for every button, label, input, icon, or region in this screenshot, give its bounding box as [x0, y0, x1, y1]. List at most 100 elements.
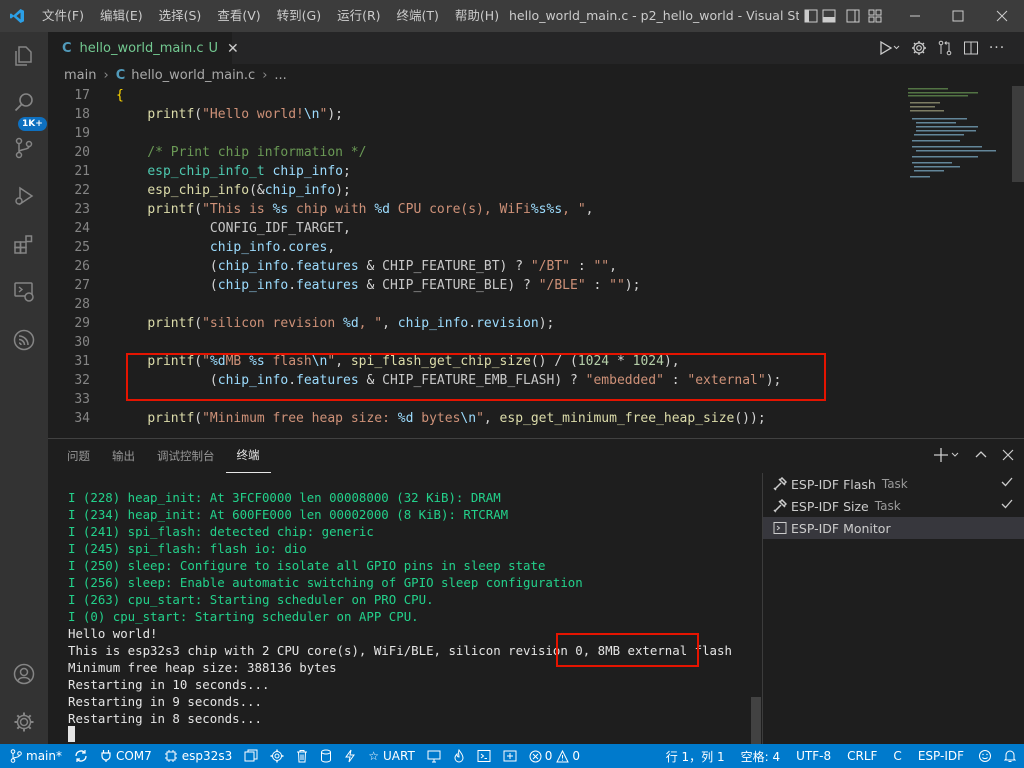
terminal-line: Restarting in 10 seconds...: [68, 677, 270, 692]
terminal-task-list: ESP-IDF Flash Task ESP-IDF Size Task ESP…: [762, 473, 1024, 744]
task-esp-idf-size[interactable]: ESP-IDF Size Task: [763, 495, 1024, 517]
status-eol[interactable]: CRLF: [839, 744, 885, 768]
tab-terminal[interactable]: 终端: [225, 439, 271, 473]
breadcrumb-more[interactable]: ...: [274, 68, 286, 83]
status-target-label: esp32s3: [181, 749, 233, 763]
terminal-line: I (228) heap_init: At 3FCF0000 len 00008…: [68, 490, 501, 505]
terminal-line: Hello world!: [68, 626, 158, 641]
custom-task-icon[interactable]: [497, 744, 523, 768]
terminal-line: I (245) spi_flash: flash io: dio: [68, 541, 307, 556]
menu-edit[interactable]: 编辑(E): [92, 0, 151, 32]
terminal-scrollbar[interactable]: [751, 697, 761, 744]
new-terminal-dropdown-icon[interactable]: [930, 438, 966, 472]
tab-problems[interactable]: 问题: [56, 440, 101, 473]
line-number: 22: [74, 183, 90, 198]
maximize-panel-icon[interactable]: [970, 438, 992, 472]
extensions-icon[interactable]: [0, 220, 48, 268]
terminal-output[interactable]: I (228) heap_init: At 3FCF0000 len 00008…: [48, 473, 762, 744]
esp-idf-settings-gear-icon[interactable]: [906, 40, 932, 56]
status-encoding[interactable]: UTF-8: [788, 744, 839, 768]
minimap[interactable]: [906, 86, 1010, 438]
error-icon: [529, 750, 542, 763]
maximize-icon[interactable]: [938, 0, 978, 32]
run-debug-icon[interactable]: [0, 172, 48, 220]
code-line: printf("This is %s chip with %d CPU core…: [147, 202, 594, 217]
status-cursor-position[interactable]: 行 1，列 1: [658, 744, 733, 768]
flash-lightning-icon[interactable]: [338, 744, 362, 768]
editor-tab-hello-world-main[interactable]: C hello_world_main.c U ✕: [48, 32, 239, 64]
terminal-icon[interactable]: [471, 744, 497, 768]
split-editor-icon[interactable]: [958, 40, 984, 56]
task-desc: Task: [874, 499, 901, 513]
terminal-line: I (234) heap_init: At 600FE000 len 00002…: [68, 507, 509, 522]
menu-view[interactable]: 查看(V): [209, 0, 268, 32]
terminal-line: I (263) cpu_start: Starting scheduler on…: [68, 592, 434, 607]
terminal-cursor: [68, 726, 75, 742]
line-number: 18: [74, 107, 90, 122]
warning-count: 0: [572, 749, 581, 763]
open-changes-icon[interactable]: [932, 40, 958, 56]
status-language[interactable]: C: [885, 744, 909, 768]
remote-explorer-icon[interactable]: [0, 268, 48, 316]
full-clean-trash-icon[interactable]: [290, 744, 314, 768]
build-flash-monitor-fire-icon[interactable]: [447, 744, 471, 768]
status-indentation[interactable]: 空格: 4: [733, 744, 789, 768]
status-port[interactable]: COM7: [94, 744, 158, 768]
minimize-icon[interactable]: [895, 0, 935, 32]
notifications-bell-icon[interactable]: [998, 744, 1024, 768]
menu-go[interactable]: 转到(G): [269, 0, 329, 32]
line-number: 23: [74, 202, 90, 217]
close-panel-icon[interactable]: [996, 438, 1020, 472]
menu-run[interactable]: 运行(R): [329, 0, 388, 32]
customize-layout-icon[interactable]: [860, 0, 890, 32]
close-window-icon[interactable]: [982, 0, 1022, 32]
monitor-icon[interactable]: [421, 744, 447, 768]
status-uart-label: UART: [382, 749, 415, 763]
editor-scrollbar[interactable]: [1012, 86, 1024, 182]
feedback-icon[interactable]: [972, 744, 998, 768]
tab-close-icon[interactable]: ✕: [227, 41, 239, 57]
check-icon: [1000, 475, 1014, 492]
menuconfig-gear-icon[interactable]: [264, 744, 290, 768]
breadcrumb-file[interactable]: hello_world_main.c: [131, 68, 255, 83]
explorer-icon[interactable]: [0, 32, 48, 80]
terminal-icon: [773, 521, 787, 535]
more-actions-icon[interactable]: ···: [984, 40, 1010, 56]
build-cylinder-icon[interactable]: [314, 744, 338, 768]
star-icon: ☆: [368, 749, 379, 763]
line-number: 20: [74, 145, 90, 160]
sync-icon[interactable]: [68, 744, 94, 768]
run-debug-dropdown-icon[interactable]: [872, 40, 906, 56]
line-number: 27: [74, 278, 90, 293]
espressif-icon[interactable]: [0, 316, 48, 364]
status-target[interactable]: esp32s3: [158, 744, 238, 768]
line-number: 33: [74, 392, 90, 407]
source-control-icon[interactable]: [0, 124, 48, 172]
line-number-gutter: 17 18 19 20 21 22 23 24 25 26 27 28 29 3…: [48, 86, 104, 428]
chevron-right-icon: ›: [103, 67, 109, 83]
status-branch[interactable]: main*: [0, 744, 68, 768]
status-uart[interactable]: ☆ UART: [362, 744, 421, 768]
manage-gear-icon[interactable]: [0, 698, 48, 746]
scm-badge: 1K+: [18, 117, 47, 131]
menu-help[interactable]: 帮助(H): [447, 0, 507, 32]
task-desc: Task: [881, 477, 908, 491]
menu-file[interactable]: 文件(F): [34, 0, 92, 32]
tab-debug-console[interactable]: 调试控制台: [146, 440, 226, 473]
breadcrumb-folder[interactable]: main: [64, 68, 96, 83]
accounts-icon[interactable]: [0, 650, 48, 698]
menu-selection[interactable]: 选择(S): [151, 0, 210, 32]
sdk-config-icon[interactable]: [238, 744, 264, 768]
task-esp-idf-monitor[interactable]: ESP-IDF Monitor: [763, 517, 1024, 539]
code-editor[interactable]: 17 18 19 20 21 22 23 24 25 26 27 28 29 3…: [48, 86, 1024, 438]
status-problems[interactable]: 0 0: [523, 744, 586, 768]
line-number: 19: [74, 126, 90, 141]
tab-output[interactable]: 输出: [101, 440, 146, 473]
code-line: (chip_info.features & CHIP_FEATURE_BLE) …: [116, 278, 641, 293]
line-number: 34: [74, 411, 90, 426]
status-esp-idf[interactable]: ESP-IDF: [910, 744, 972, 768]
task-esp-idf-flash[interactable]: ESP-IDF Flash Task: [763, 473, 1024, 495]
code-line: (chip_info.features & CHIP_FEATURE_BT) ?…: [116, 259, 617, 274]
menu-terminal[interactable]: 终端(T): [389, 0, 447, 32]
